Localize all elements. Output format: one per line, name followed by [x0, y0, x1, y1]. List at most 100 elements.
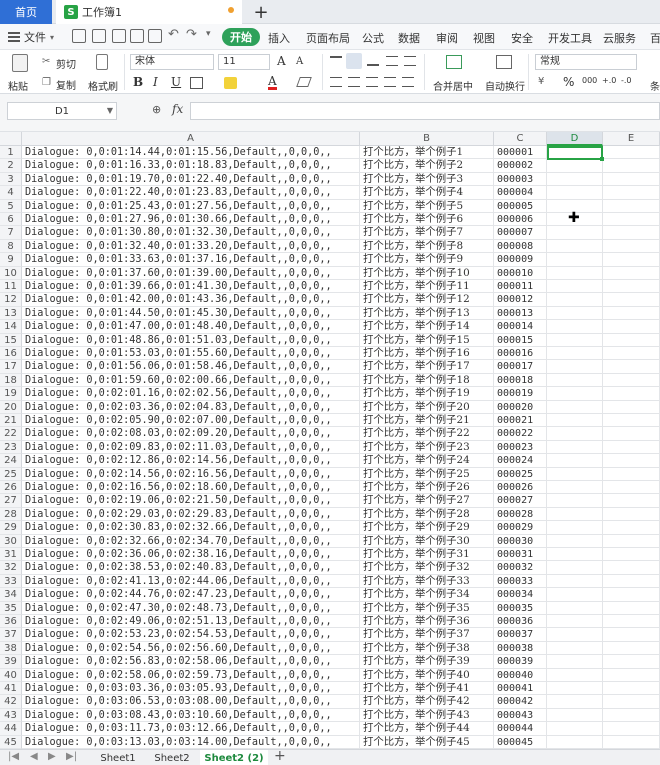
cell-e[interactable]: [603, 293, 660, 307]
cell-c[interactable]: 000024: [494, 454, 547, 468]
cell-e[interactable]: [603, 387, 660, 401]
row-header[interactable]: 2: [0, 159, 22, 173]
cell-c[interactable]: 000009: [494, 253, 547, 267]
cell-a[interactable]: Dialogue: 0,0:02:58.06,0:02:59.73,Defaul…: [22, 668, 360, 682]
cell-d[interactable]: [547, 320, 603, 334]
cell-e[interactable]: [603, 682, 660, 696]
menu-cloud[interactable]: 云服务: [603, 30, 636, 46]
cell-a[interactable]: Dialogue: 0,0:02:44.76,0:02:47.23,Defaul…: [22, 588, 360, 602]
cell-c[interactable]: 000005: [494, 199, 547, 213]
function-icon[interactable]: fx: [172, 102, 183, 116]
row-header[interactable]: 8: [0, 239, 22, 254]
cell-b[interactable]: 打个比方，举个例子4: [360, 186, 494, 200]
format-painter-icon[interactable]: [96, 54, 108, 70]
cell-e[interactable]: [603, 561, 660, 575]
row-header[interactable]: 36: [0, 615, 22, 629]
cell-d[interactable]: [547, 253, 603, 267]
cell-c[interactable]: 000043: [494, 708, 547, 723]
cell-e[interactable]: [603, 266, 660, 280]
cell-d[interactable]: [547, 548, 603, 562]
save-icon[interactable]: [92, 29, 106, 43]
border-icon[interactable]: [190, 77, 203, 89]
conditional-format-button[interactable]: 条: [650, 78, 660, 93]
increase-decimal-button[interactable]: +.0: [602, 76, 616, 85]
cell-e[interactable]: [603, 708, 660, 723]
row-header[interactable]: 26: [0, 481, 22, 495]
row-header[interactable]: 18: [0, 373, 22, 388]
cell-d[interactable]: [547, 601, 603, 615]
cell-d[interactable]: [547, 347, 603, 361]
cell-a[interactable]: Dialogue: 0,0:03:03.36,0:03:05.93,Defaul…: [22, 682, 360, 696]
cell-d[interactable]: [547, 574, 603, 589]
cell-c[interactable]: 000035: [494, 601, 547, 615]
cell-c[interactable]: 000027: [494, 494, 547, 508]
row-header[interactable]: 44: [0, 722, 22, 736]
cell-a[interactable]: Dialogue: 0,0:02:54.56,0:02:56.60,Defaul…: [22, 641, 360, 656]
cell-c[interactable]: 000045: [494, 735, 547, 749]
cell-b[interactable]: 打个比方，举个例子20: [360, 400, 494, 414]
menu-review[interactable]: 审阅: [436, 30, 458, 46]
cell-d[interactable]: [547, 414, 603, 428]
column-header-b[interactable]: B: [360, 132, 494, 146]
menu-security[interactable]: 安全: [511, 30, 533, 46]
cell-a[interactable]: Dialogue: 0,0:01:25.43,0:01:27.56,Defaul…: [22, 199, 360, 213]
cell-a[interactable]: Dialogue: 0,0:01:22.40,0:01:23.83,Defaul…: [22, 186, 360, 200]
cell-c[interactable]: 000036: [494, 615, 547, 629]
cell-d[interactable]: [547, 695, 603, 709]
cell-a[interactable]: Dialogue: 0,0:02:19.06,0:02:21.50,Defaul…: [22, 494, 360, 508]
cell-e[interactable]: [603, 186, 660, 200]
copy-icon[interactable]: ❐: [42, 77, 51, 88]
cell-b[interactable]: 打个比方，举个例子22: [360, 427, 494, 441]
font-size-select[interactable]: 11: [218, 54, 270, 70]
cell-d[interactable]: [547, 172, 603, 187]
cell-c[interactable]: 000032: [494, 561, 547, 575]
cell-b[interactable]: 打个比方，举个例子17: [360, 360, 494, 374]
print-icon[interactable]: [130, 29, 144, 43]
cell-a[interactable]: Dialogue: 0,0:02:30.83,0:02:32.66,Defaul…: [22, 521, 360, 535]
eraser-icon[interactable]: [296, 77, 312, 87]
align-top-icon[interactable]: [330, 56, 342, 66]
align-right-icon[interactable]: [366, 77, 378, 87]
cell-d[interactable]: [547, 280, 603, 294]
cell-c[interactable]: 000044: [494, 722, 547, 736]
cell-a[interactable]: Dialogue: 0,0:01:53.03,0:01:55.60,Defaul…: [22, 347, 360, 361]
row-header[interactable]: 25: [0, 467, 22, 481]
cell-d[interactable]: [547, 708, 603, 723]
cell-d[interactable]: [547, 722, 603, 736]
paste-icon[interactable]: [12, 54, 28, 72]
cell-b[interactable]: 打个比方，举个例子34: [360, 588, 494, 602]
justify-icon[interactable]: [384, 77, 396, 87]
format-painter-button[interactable]: 格式刷: [88, 78, 118, 93]
cell-b[interactable]: 打个比方，举个例子25: [360, 467, 494, 481]
cell-b[interactable]: 打个比方，举个例子24: [360, 454, 494, 468]
cell-c[interactable]: 000023: [494, 440, 547, 455]
active-cell-selection[interactable]: [547, 146, 604, 161]
home-tab[interactable]: 首页: [0, 0, 52, 24]
cell-b[interactable]: 打个比方，举个例子33: [360, 574, 494, 589]
cell-b[interactable]: 打个比方，举个例子11: [360, 280, 494, 294]
cell-a[interactable]: Dialogue: 0,0:02:01.16,0:02:02.56,Defaul…: [22, 387, 360, 401]
row-header[interactable]: 30: [0, 534, 22, 548]
row-header[interactable]: 42: [0, 695, 22, 709]
cell-d[interactable]: [547, 628, 603, 642]
cell-b[interactable]: 打个比方，举个例子14: [360, 320, 494, 334]
cell-b[interactable]: 打个比方，举个例子10: [360, 266, 494, 280]
row-header[interactable]: 16: [0, 347, 22, 361]
cell-e[interactable]: [603, 481, 660, 495]
cell-e[interactable]: [603, 440, 660, 455]
cell-c[interactable]: 000015: [494, 333, 547, 347]
cell-b[interactable]: 打个比方，举个例子3: [360, 172, 494, 187]
cell-b[interactable]: 打个比方，举个例子23: [360, 440, 494, 455]
cell-c[interactable]: 000002: [494, 159, 547, 173]
menu-data[interactable]: 数据: [398, 30, 420, 46]
cell-a[interactable]: Dialogue: 0,0:02:03.36,0:02:04.83,Defaul…: [22, 400, 360, 414]
percent-button[interactable]: %: [563, 75, 574, 89]
open-folder-icon[interactable]: [72, 29, 86, 43]
cell-e[interactable]: [603, 360, 660, 374]
cell-b[interactable]: 打个比方，举个例子7: [360, 226, 494, 240]
cell-d[interactable]: [547, 668, 603, 682]
merge-center-icon[interactable]: [446, 55, 462, 69]
cell-c[interactable]: 000012: [494, 293, 547, 307]
wrap-text-button[interactable]: 自动换行: [485, 78, 525, 93]
grow-font-icon[interactable]: A: [277, 54, 286, 68]
